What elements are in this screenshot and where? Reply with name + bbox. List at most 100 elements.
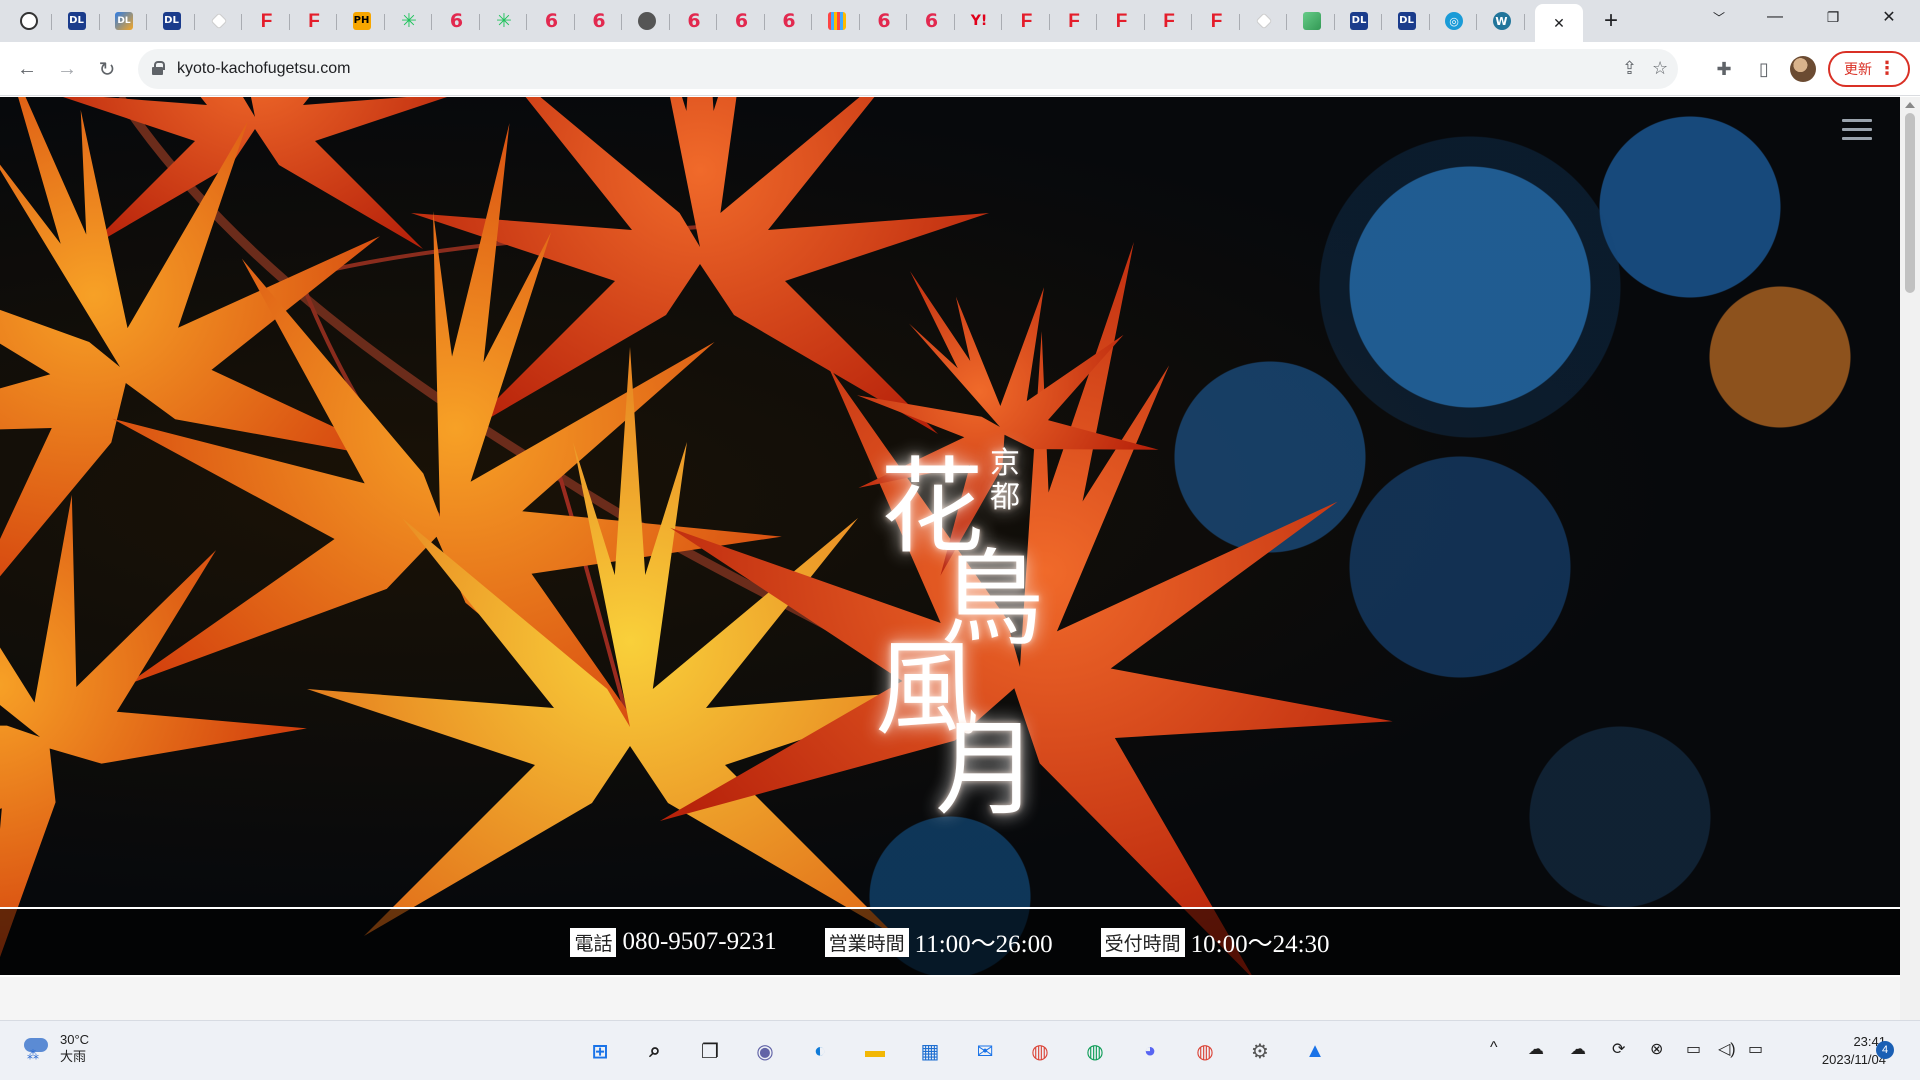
star-icon: ✳ (401, 9, 417, 32)
start-icon[interactable]: ⊞ (582, 1033, 618, 1069)
task-view-icon[interactable]: ❐ (692, 1033, 728, 1069)
page-scrollbar[interactable] (1900, 97, 1920, 1020)
bookmark-star-icon[interactable]: ☆ (1652, 58, 1668, 79)
reception-hours-info: 受付時間 10:00〜24:30 (1100, 924, 1330, 960)
forward-button[interactable]: → (49, 51, 85, 87)
browser-tab[interactable]: F (1004, 4, 1050, 38)
onedrive-error-icon[interactable]: ☁ (1528, 1039, 1544, 1059)
browser-tab[interactable]: DL (149, 4, 195, 38)
browser-tab[interactable]: DL (101, 4, 147, 38)
browser-tab[interactable]: 6 (861, 4, 907, 38)
photos-icon[interactable]: ▲ (1297, 1033, 1333, 1069)
phone-info[interactable]: 電話 080-9507-9231 (570, 927, 777, 957)
browser-tab[interactable]: 6 (576, 4, 622, 38)
wordpress-icon: W (1492, 12, 1511, 30)
browser-tab[interactable]: 6 (434, 4, 480, 38)
chrome-icon[interactable]: ◍ (1077, 1033, 1113, 1069)
edge-icon[interactable]: ◐ (802, 1033, 838, 1069)
browser-tab[interactable]: ◎ (1431, 4, 1477, 38)
sync-icon[interactable]: ⟳ (1612, 1039, 1625, 1059)
browser-tab[interactable]: 6 (719, 4, 765, 38)
close-circle-icon[interactable]: ⊗ (1650, 1039, 1663, 1059)
tab-strip: DL DL DL F F PH ✳ 6 ✳ 6 6 6 6 6 6 6 Y! F F F F F DL DL ◎ W ✕ + ﹀ … (0, 0, 1920, 42)
reload-button[interactable]: ↻ (89, 51, 125, 87)
address-bar[interactable]: kyoto-kachofugetsu.com ⇪ ☆ (138, 49, 1678, 89)
chrome-icon[interactable]: ◍ (1187, 1033, 1223, 1069)
web-page: 京都 花 鳥 風 月 電話 080-9507-9231 営業時間 11:00〜2… (0, 97, 1900, 1020)
settings-icon[interactable]: ⚙ (1242, 1033, 1278, 1069)
six-icon: 6 (592, 9, 606, 32)
back-button[interactable]: ← (9, 51, 45, 87)
fanza-icon: F (1163, 10, 1175, 32)
browser-tab[interactable]: 6 (909, 4, 955, 38)
active-tab[interactable]: ✕ (1535, 4, 1583, 42)
browser-tab[interactable] (196, 4, 242, 38)
hamburger-menu-icon[interactable] (1842, 119, 1872, 143)
phone-value[interactable]: 080-9507-9231 (622, 928, 776, 956)
network-icon[interactable]: ▭ (1686, 1039, 1701, 1059)
clock[interactable]: 23:41 2023/11/04 (1786, 1033, 1886, 1069)
restore-button[interactable]: ❐ (1810, 0, 1856, 34)
dl-color-icon: DL (115, 12, 133, 30)
business-hours-label: 営業時間 (824, 927, 909, 957)
search-icon[interactable]: ⌕ (637, 1033, 673, 1069)
scroll-thumb[interactable] (1905, 113, 1915, 293)
update-button[interactable]: 更新 ⋮ (1828, 51, 1910, 87)
teams-chat-icon[interactable]: ◉ (747, 1033, 783, 1069)
mail-icon[interactable]: ✉ (967, 1033, 1003, 1069)
github-icon (20, 12, 38, 30)
browser-tab[interactable]: 6 (529, 4, 575, 38)
browser-tab[interactable]: PH (339, 4, 385, 38)
discord-icon[interactable]: ◕ (1132, 1033, 1168, 1069)
browser-tab[interactable]: 6 (766, 4, 812, 38)
browser-tab[interactable]: F (291, 4, 337, 38)
browser-tab[interactable]: F (1194, 4, 1240, 38)
browser-tab[interactable]: W (1479, 4, 1525, 38)
browser-tab[interactable]: ✳ (481, 4, 527, 38)
browser-tab[interactable]: DL (1384, 4, 1430, 38)
browser-tab[interactable]: DL (1336, 4, 1382, 38)
browser-tab[interactable]: F (1146, 4, 1192, 38)
weather-widget[interactable]: 30°C 大雨 (20, 1031, 89, 1065)
notification-badge[interactable]: 4 (1876, 1041, 1894, 1059)
browser-tab[interactable]: ✳ (386, 4, 432, 38)
file-explorer-icon[interactable]: ▬ (857, 1033, 893, 1069)
browser-tab[interactable]: F (1051, 4, 1097, 38)
browser-tab[interactable] (1241, 4, 1287, 38)
fanza-icon: F (1115, 10, 1128, 32)
browser-tab[interactable]: F (244, 4, 290, 38)
lock-icon[interactable] (152, 61, 165, 75)
browser-tab[interactable]: DL (54, 4, 100, 38)
share-icon[interactable]: ⇪ (1622, 58, 1637, 79)
phone-label: 電話 (570, 927, 617, 957)
onedrive-icon[interactable]: ☁ (1570, 1039, 1586, 1059)
side-panel-icon[interactable]: ▯ (1748, 53, 1780, 85)
scroll-up-icon[interactable] (1905, 102, 1915, 108)
chrome-icon[interactable]: ◍ (1022, 1033, 1058, 1069)
new-tab-button[interactable]: + (1588, 4, 1634, 38)
browser-tab[interactable] (1289, 4, 1335, 38)
volume-icon[interactable]: ◁) (1718, 1039, 1736, 1059)
tab-search-chevron-icon[interactable]: ﹀ (1696, 0, 1742, 34)
store-icon[interactable]: ▦ (912, 1033, 948, 1069)
url-text[interactable]: kyoto-kachofugetsu.com (177, 60, 350, 78)
windows-taskbar: 30°C 大雨 ⊞⌕❐◉◐▬▦✉◍◍◕◍⚙▲ ^ ☁ ☁ ⟳ ⊗ ▭ ◁) ▭ … (0, 1020, 1920, 1080)
close-window-button[interactable]: ✕ (1866, 0, 1912, 34)
browser-tab[interactable] (6, 4, 52, 38)
browser-tab[interactable] (624, 4, 670, 38)
minimize-button[interactable]: — (1752, 0, 1798, 34)
tray-overflow-chevron-icon[interactable]: ^ (1490, 1039, 1498, 1057)
six-icon: 6 (544, 9, 559, 32)
site-logo[interactable]: 京都 花 鳥 風 月 (850, 347, 1070, 822)
browser-tab[interactable] (814, 4, 860, 38)
battery-icon[interactable]: ▭ (1748, 1039, 1763, 1059)
six-icon: 6 (734, 9, 749, 32)
browser-tab[interactable]: Y! (956, 4, 1002, 38)
close-tab-icon[interactable]: ✕ (1553, 15, 1565, 32)
fanza-icon: F (1020, 10, 1033, 32)
browser-tab[interactable]: 6 (671, 4, 717, 38)
dl-icon: DL (162, 12, 181, 30)
extensions-icon[interactable]: ✚ (1708, 53, 1740, 85)
browser-tab[interactable]: F (1099, 4, 1145, 38)
profile-avatar[interactable] (1790, 56, 1816, 82)
